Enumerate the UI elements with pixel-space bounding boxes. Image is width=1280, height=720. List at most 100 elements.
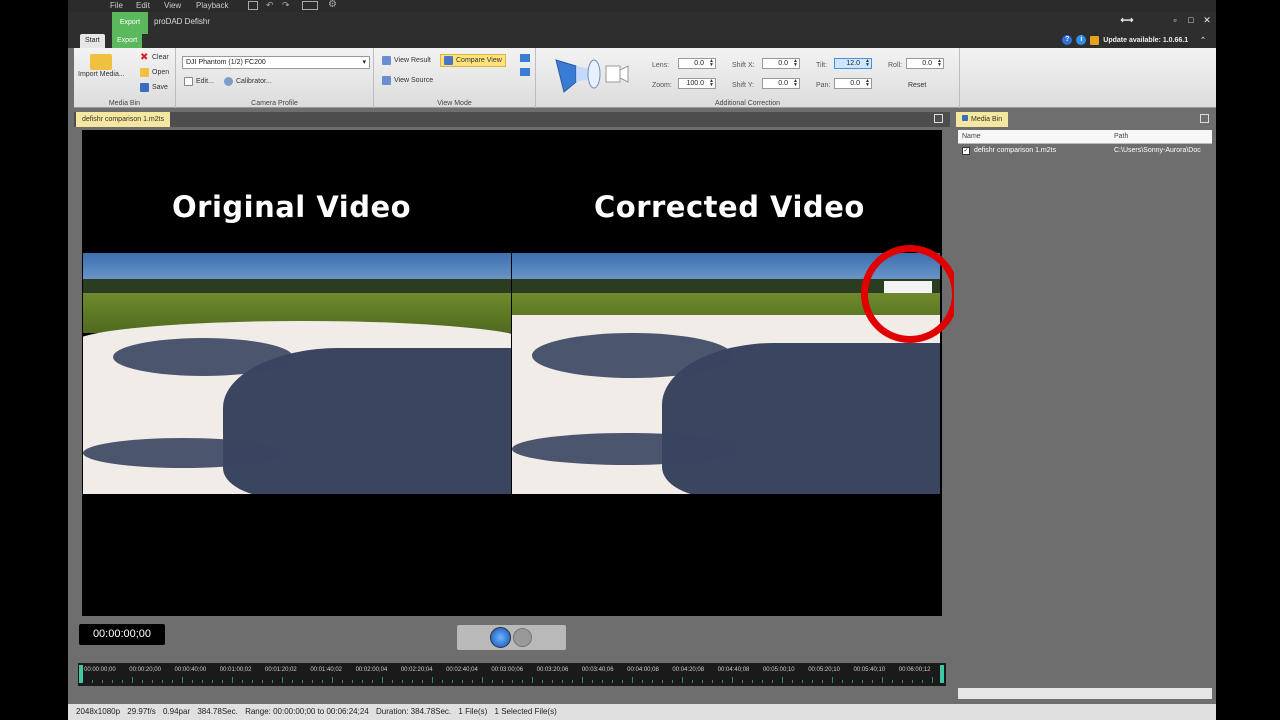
timeline-tick	[162, 680, 163, 683]
timeline-tick	[342, 680, 343, 683]
timeline-tick	[692, 680, 693, 683]
timeline-tick-label: 00:01:20;02	[265, 667, 297, 673]
menu-view[interactable]: View	[164, 1, 181, 10]
original-video-title: Original Video	[172, 190, 412, 224]
media-bin-tab[interactable]: Media Bin	[956, 112, 1009, 127]
video-viewer[interactable]: Original Video Corrected Video	[82, 130, 942, 616]
redo-icon[interactable]: ↷	[282, 1, 292, 10]
timeline-tick	[572, 680, 573, 683]
media-bin-group-label: Media Bin	[108, 100, 141, 107]
spinner-icon[interactable]: ▲ ▼	[709, 79, 714, 88]
timeline-tick-label: 00:05:40;10	[853, 667, 886, 673]
close-button[interactable]: ✕	[1200, 15, 1214, 26]
maximize-pane-icon[interactable]	[934, 114, 943, 123]
menu-edit[interactable]: Edit	[136, 1, 150, 10]
spinner-icon[interactable]: ▲ ▼	[709, 59, 714, 68]
timeline-tick	[812, 680, 813, 683]
column-path[interactable]: Path	[1114, 133, 1128, 140]
zoom-value: 100.0	[686, 80, 704, 87]
import-media-button[interactable]: Import Media...	[78, 54, 125, 78]
column-name[interactable]: Name	[962, 133, 981, 140]
timeline-tick	[862, 680, 863, 683]
in-marker[interactable]	[79, 665, 83, 683]
media-bin-scrollbar[interactable]	[958, 688, 1212, 699]
media-bin-panel: Name Path ✓ defishr comparison 1.m2ts C:…	[954, 128, 1216, 702]
play-button[interactable]	[490, 627, 511, 648]
clear-button[interactable]: ✖ Clear	[140, 53, 169, 63]
compare-view-label: Compare View	[456, 57, 502, 64]
help-icon[interactable]: ?	[1062, 35, 1073, 45]
original-video-frame	[83, 253, 511, 494]
view-source-button[interactable]: View Source	[382, 76, 433, 85]
zoom-label: Zoom:	[652, 82, 672, 89]
minimize-button[interactable]: ▫	[1168, 15, 1182, 25]
file-checkbox[interactable]: ✓	[962, 147, 970, 155]
update-notice[interactable]: ? i Update available: 1.0.66.1 ⌃	[1062, 35, 1206, 45]
spinner-icon[interactable]: ▲ ▼	[865, 79, 870, 88]
view-source-label: View Source	[394, 77, 434, 84]
spinner-icon[interactable]: ▲ ▼	[937, 59, 942, 68]
compare-icon[interactable]	[302, 1, 318, 10]
tab-start[interactable]: Start	[80, 34, 105, 48]
spinner-icon[interactable]: ▲ ▼	[793, 79, 798, 88]
document-tab[interactable]: defishr comparison 1.m2ts	[76, 112, 171, 127]
spinner-icon[interactable]: ▲ ▼	[793, 59, 798, 68]
menu-playback[interactable]: Playback	[196, 1, 228, 10]
shift-y-value: 0.0	[778, 80, 788, 87]
timeline-tick	[472, 680, 473, 683]
arrow-up-icon[interactable]	[520, 54, 530, 62]
timeline-tick	[512, 680, 513, 683]
reset-button[interactable]: Reset	[908, 82, 926, 89]
menu-file[interactable]: File	[110, 1, 123, 10]
status-duration: Duration: 384.78Sec.	[375, 707, 452, 716]
export-context-tab[interactable]: Export	[112, 12, 148, 34]
tilt-input[interactable]: 12.0 ▲ ▼	[834, 58, 872, 69]
timeline-tick-label: 00:00:00;00	[84, 667, 116, 673]
save-button[interactable]: Save	[140, 83, 168, 92]
spinner-icon[interactable]: ▲ ▼	[865, 59, 870, 68]
timeline[interactable]: 00:00:00;00 00:00:20;00 00:00:40;00 00:01:0…	[78, 663, 946, 686]
arrow-down-icon[interactable]	[520, 68, 530, 76]
out-marker[interactable]	[940, 665, 944, 683]
timeline-tick	[252, 680, 253, 683]
timeline-tick-label: 00:05:00;10	[762, 667, 795, 673]
pan-input[interactable]: 0.0 ▲ ▼	[834, 78, 872, 89]
media-bin-header: Name Path	[958, 130, 1212, 144]
timeline-tick	[422, 680, 423, 683]
ribbon-tab-row	[68, 34, 1216, 48]
info-icon[interactable]: i	[1076, 35, 1087, 45]
undo-icon[interactable]: ↶	[266, 1, 276, 10]
zoom-input[interactable]: 100.0 ▲ ▼	[678, 78, 716, 89]
status-par: 0.94par	[162, 707, 191, 716]
shift-y-label: Shift Y:	[732, 82, 755, 89]
folder-icon	[90, 54, 113, 70]
camera-profile-group-label: Camera Profile	[251, 100, 298, 107]
maximize-button[interactable]: □	[1184, 15, 1198, 25]
media-bin-row[interactable]: ✓ defishr comparison 1.m2ts C:\Users\Son…	[958, 146, 1212, 157]
document-tab-bar	[74, 112, 950, 127]
status-bar: 2048x1080p 29.97f/s 0.94par 384.78Sec. R…	[68, 704, 1216, 720]
roll-input[interactable]: 0.0 ▲ ▼	[906, 58, 944, 69]
calibrator-button[interactable]: Calibrator...	[224, 77, 272, 86]
swap-icon[interactable]: ⟷	[1120, 15, 1134, 26]
stop-button[interactable]	[513, 628, 532, 647]
shift-y-input[interactable]: 0.0 ▲ ▼	[762, 78, 800, 89]
timeline-ruler[interactable]: 00:00:00;00 00:00:20;00 00:00:40;00 00:01:0…	[82, 667, 942, 683]
save-icon[interactable]	[248, 1, 258, 10]
camera-profile-select[interactable]: DJI Phantom (1/2) FC200 ▾	[182, 56, 370, 69]
timeline-tick	[322, 680, 323, 683]
update-label[interactable]: Update available: 1.0.66.1	[1103, 37, 1188, 44]
timeline-tick	[922, 680, 923, 683]
lens-input[interactable]: 0.0 ▲ ▼	[678, 58, 716, 69]
shift-x-input[interactable]: 0.0 ▲ ▼	[762, 58, 800, 69]
compare-view-button[interactable]: Compare View	[440, 54, 506, 67]
open-button[interactable]: Open	[140, 68, 169, 77]
edit-profile-button[interactable]: Edit...	[184, 77, 214, 86]
tab-export[interactable]: Export	[112, 34, 143, 48]
collapse-ribbon-icon[interactable]: ⌃	[1200, 36, 1206, 44]
maximize-bin-icon[interactable]	[1200, 114, 1209, 123]
view-result-button[interactable]: View Result	[382, 56, 431, 65]
gear-icon[interactable]: ⚙	[328, 0, 338, 10]
timeline-tick	[202, 680, 203, 683]
lens-diagram-icon	[555, 59, 629, 93]
